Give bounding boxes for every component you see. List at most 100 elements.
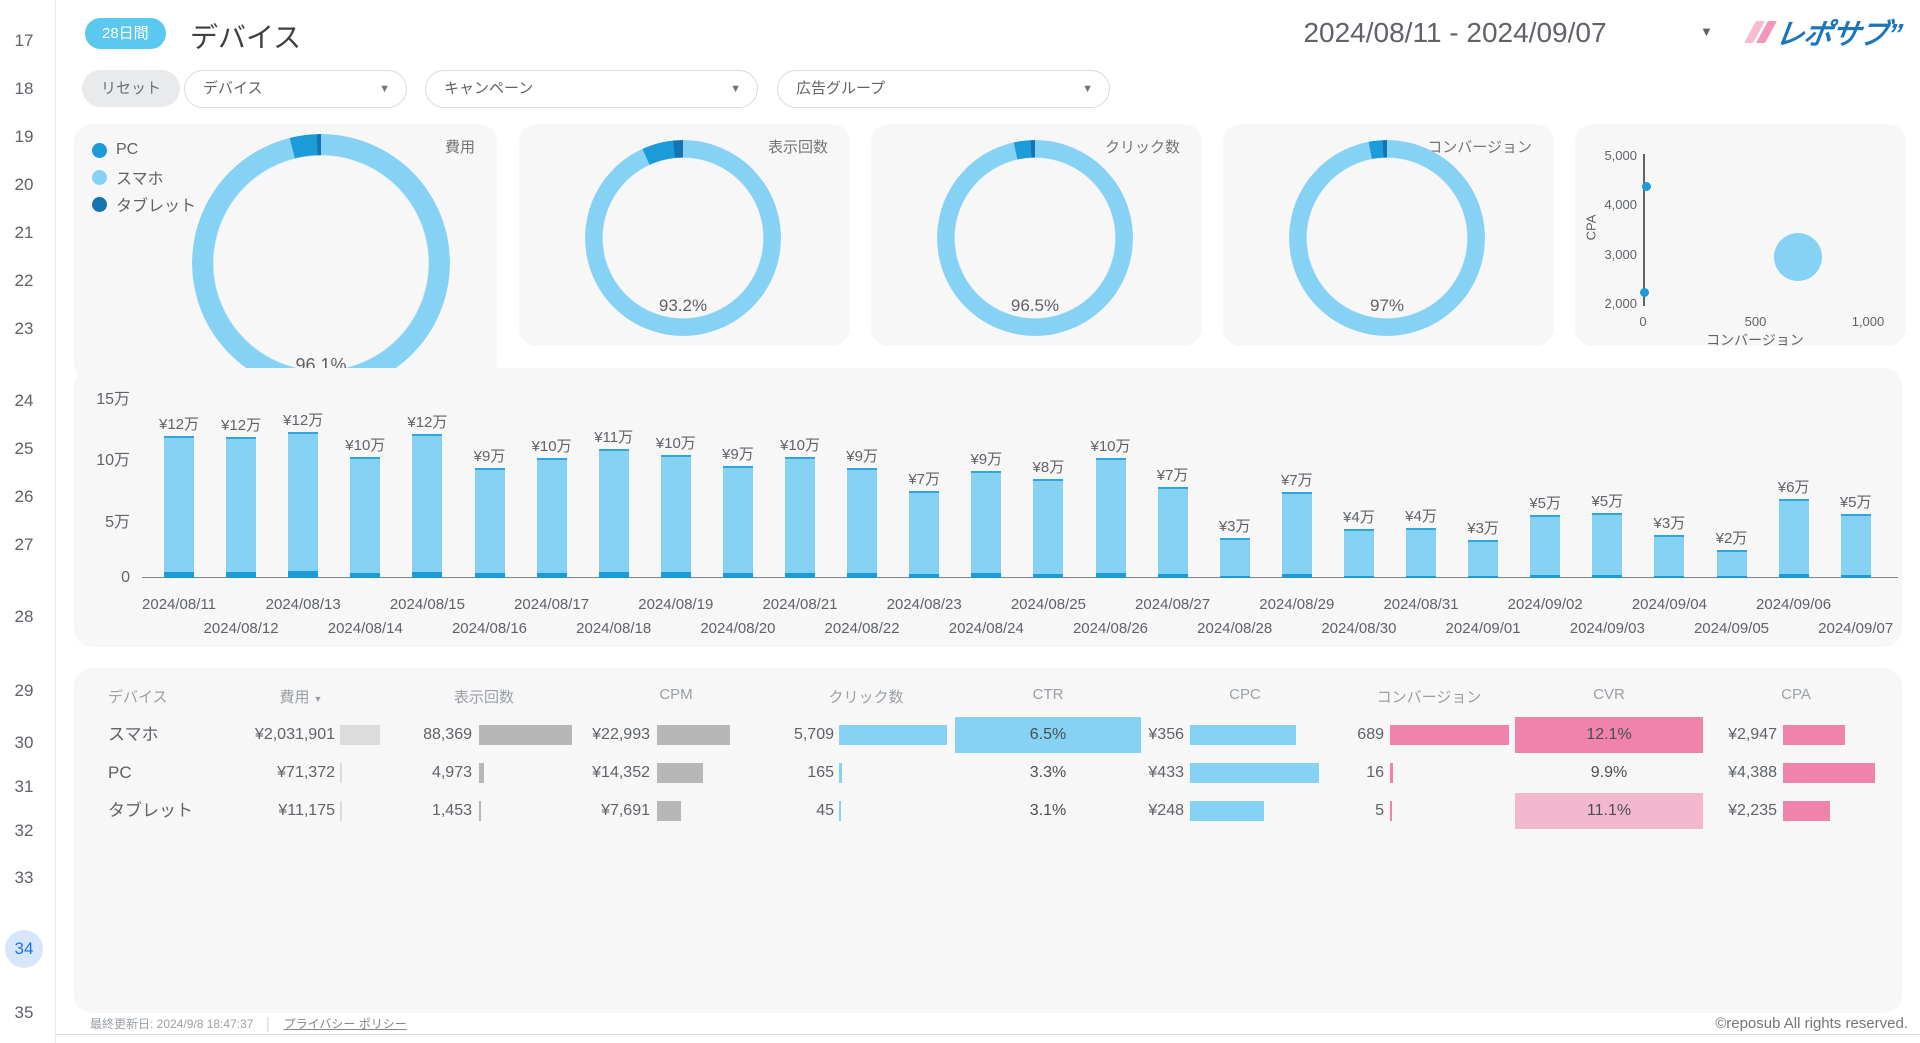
daily-cost-bar[interactable]: [909, 491, 939, 578]
table-header-device[interactable]: デバイス: [108, 686, 168, 707]
sidebar-page-30[interactable]: 30: [4, 724, 44, 762]
bar-segment-smartphone: [288, 434, 318, 571]
bar-value-label: ¥12万: [382, 411, 472, 432]
daily-cost-bar[interactable]: [1779, 499, 1809, 578]
table-header-cpc[interactable]: CPC: [1145, 686, 1345, 703]
daily-cost-bar[interactable]: [1096, 458, 1126, 578]
daily-cost-bar[interactable]: [412, 434, 442, 578]
daily-cost-bar[interactable]: [785, 457, 815, 578]
daily-cost-bar[interactable]: [164, 436, 194, 578]
bar-y-tick: 15万: [74, 385, 130, 409]
filter-dropdown-campaign[interactable]: キャンペーン▼: [425, 70, 758, 108]
sidebar-page-31[interactable]: 31: [4, 768, 44, 806]
daily-cost-bar[interactable]: [1033, 479, 1063, 578]
daily-cost-bar[interactable]: [537, 458, 567, 578]
bar-value-label: ¥10万: [320, 434, 410, 455]
daily-cost-bar[interactable]: [1406, 528, 1436, 578]
bar-value-label: ¥7万: [1128, 464, 1218, 485]
sidebar-page-20[interactable]: 20: [4, 166, 44, 204]
daily-cost-bar[interactable]: [723, 466, 753, 578]
bar-segment-pc: [1033, 574, 1063, 578]
sidebar-page-25[interactable]: 25: [4, 430, 44, 468]
period-badge: 28日間: [85, 18, 166, 49]
sort-desc-icon: ▼: [314, 694, 323, 704]
sidebar-page-35[interactable]: 35: [4, 994, 44, 1032]
bar-value-label: ¥5万: [1562, 490, 1652, 511]
bar-segment-pc: [909, 574, 939, 578]
chevron-down-icon[interactable]: ▼: [1700, 24, 1713, 39]
reset-button[interactable]: リセット: [82, 70, 180, 107]
daily-cost-bar[interactable]: [475, 468, 505, 578]
sidebar-page-34[interactable]: 34: [5, 930, 43, 968]
sidebar-page-21[interactable]: 21: [4, 214, 44, 252]
data-bar-cpa: [1783, 801, 1830, 821]
daily-cost-bar[interactable]: [1158, 487, 1188, 578]
table-header-cost[interactable]: 費用▼: [201, 686, 401, 707]
sidebar-page-33[interactable]: 33: [4, 859, 44, 897]
daily-cost-bar[interactable]: [599, 449, 629, 578]
filter-dropdown-device[interactable]: デバイス▼: [184, 70, 407, 108]
bar-value-label: ¥3万: [1190, 515, 1280, 536]
sidebar-page-26[interactable]: 26: [4, 478, 44, 516]
scatter-point-スマホ[interactable]: [1774, 233, 1822, 281]
sidebar-page-27[interactable]: 27: [4, 526, 44, 564]
sidebar-page-32[interactable]: 32: [4, 812, 44, 850]
sidebar-page-23[interactable]: 23: [4, 310, 44, 348]
sidebar-page-18[interactable]: 18: [4, 70, 44, 108]
daily-cost-bar[interactable]: [1220, 538, 1250, 578]
scatter-point-PC[interactable]: [1642, 182, 1651, 191]
daily-cost-bar[interactable]: [1530, 515, 1560, 578]
reposub-logo: レポサブ”: [1747, 12, 1904, 52]
bar-segment-pc: [1841, 575, 1871, 578]
filter-dropdown-ad-group[interactable]: 広告グループ▼: [777, 70, 1110, 108]
sidebar-page-24[interactable]: 24: [4, 382, 44, 420]
table-header-clicks[interactable]: クリック数: [766, 686, 966, 707]
x-axis-date-label: 2024/08/24: [921, 620, 1051, 637]
daily-cost-bar[interactable]: [226, 437, 256, 578]
bar-segment-pc: [1344, 576, 1374, 578]
bar-segment-smartphone: [226, 439, 256, 572]
daily-cost-bar[interactable]: [1717, 550, 1747, 578]
scatter-point-タブレット[interactable]: [1640, 288, 1649, 297]
daily-cost-bar[interactable]: [288, 432, 318, 578]
cell-value-conversions: 689: [1164, 716, 1384, 754]
table-header-cpa[interactable]: CPA: [1696, 686, 1896, 703]
daily-cost-bar[interactable]: [971, 471, 1001, 578]
legend-label: PC: [116, 141, 138, 159]
sidebar-page-29[interactable]: 29: [4, 672, 44, 710]
cell-value-conversions: 5: [1164, 792, 1384, 830]
device-metrics-table-card: デバイス費用▼表示回数CPMクリック数CTRCPCコンバージョンCVRCPAスマ…: [74, 668, 1902, 1013]
bar-segment-smartphone: [350, 459, 380, 573]
daily-cost-bar[interactable]: [350, 457, 380, 578]
daily-cost-bar[interactable]: [1344, 529, 1374, 578]
chevron-down-icon: ▼: [379, 71, 390, 107]
sidebar-page-28[interactable]: 28: [4, 598, 44, 636]
donut-percent-label: 96.5%: [965, 296, 1105, 316]
daily-cost-bar[interactable]: [1468, 540, 1498, 578]
sidebar-page-22[interactable]: 22: [4, 262, 44, 300]
sidebar-page-17[interactable]: 17: [4, 22, 44, 60]
cell-value-cpc: ¥248: [964, 792, 1184, 830]
daily-cost-bar[interactable]: [847, 468, 877, 578]
cpa-scatter-card: CPA コンバージョン 2,0003,0004,0005,00005001,00…: [1575, 124, 1906, 346]
daily-cost-bar[interactable]: [1282, 492, 1312, 578]
daily-cost-bar[interactable]: [1592, 513, 1622, 578]
chevron-down-icon: ▼: [1082, 71, 1093, 107]
privacy-policy-link[interactable]: プライバシー ポリシー: [284, 1017, 407, 1031]
legend-label: タブレット: [116, 192, 196, 216]
date-range-picker[interactable]: 2024/08/11 - 2024/09/07: [1230, 17, 1680, 49]
daily-cost-bar[interactable]: [661, 455, 691, 578]
table-header-ctr[interactable]: CTR: [948, 686, 1148, 703]
cost-donut-chart[interactable]: [192, 134, 450, 392]
table-header-cpm[interactable]: CPM: [576, 686, 776, 703]
logo-text: レポサブ”: [1773, 11, 1904, 53]
daily-cost-bar[interactable]: [1841, 514, 1871, 578]
bar-segment-smartphone: [412, 436, 442, 572]
table-header-cvr[interactable]: CVR: [1509, 686, 1709, 703]
daily-cost-bar[interactable]: [1654, 535, 1684, 578]
bar-value-label: ¥8万: [1003, 456, 1093, 477]
bar-segment-smartphone: [1282, 494, 1312, 574]
table-header-conversions[interactable]: コンバージョン: [1329, 686, 1529, 707]
sidebar-page-19[interactable]: 19: [4, 118, 44, 156]
table-header-impressions[interactable]: 表示回数: [384, 686, 584, 707]
